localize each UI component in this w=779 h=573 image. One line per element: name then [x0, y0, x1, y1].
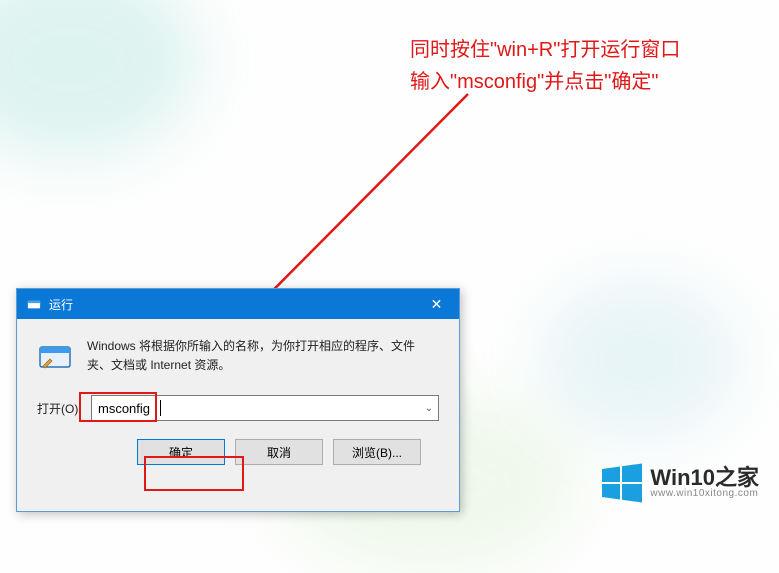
instruction-annotation: 同时按住"win+R"打开运行窗口 输入"msconfig"并点击"确定" — [410, 34, 680, 98]
chevron-down-icon[interactable]: ⌄ — [420, 403, 438, 414]
browse-button[interactable]: 浏览(B)... — [333, 439, 421, 465]
windows-logo-icon — [602, 463, 642, 503]
titlebar[interactable]: 运行 ✕ — [17, 289, 459, 319]
dialog-title: 运行 — [49, 296, 73, 313]
close-icon: ✕ — [431, 296, 443, 313]
text-caret — [160, 400, 161, 416]
cancel-button[interactable]: 取消 — [235, 439, 323, 465]
ok-button[interactable]: 确定 — [137, 439, 225, 465]
open-input[interactable] — [92, 396, 420, 420]
dialog-description: Windows 将根据你所输入的名称，为你打开相应的程序、文件夹、文档或 Int… — [87, 337, 439, 375]
run-dialog-icon — [37, 339, 73, 375]
watermark-brand: Win10之家 — [650, 466, 759, 489]
watermark: Win10之家 www.win10xitong.com — [602, 463, 759, 503]
close-button[interactable]: ✕ — [414, 289, 459, 319]
run-dialog: 运行 ✕ Windows 将根据你所输入的名称，为你打开相应的程序、文件夹、文档… — [16, 288, 460, 512]
annotation-line-2: 输入"msconfig"并点击"确定" — [410, 66, 680, 98]
watermark-url: www.win10xitong.com — [650, 489, 759, 500]
run-title-icon — [27, 297, 41, 311]
annotation-line-1: 同时按住"win+R"打开运行窗口 — [410, 34, 680, 66]
open-label: 打开(O): — [37, 400, 85, 417]
open-combobox[interactable]: ⌄ — [91, 395, 439, 421]
